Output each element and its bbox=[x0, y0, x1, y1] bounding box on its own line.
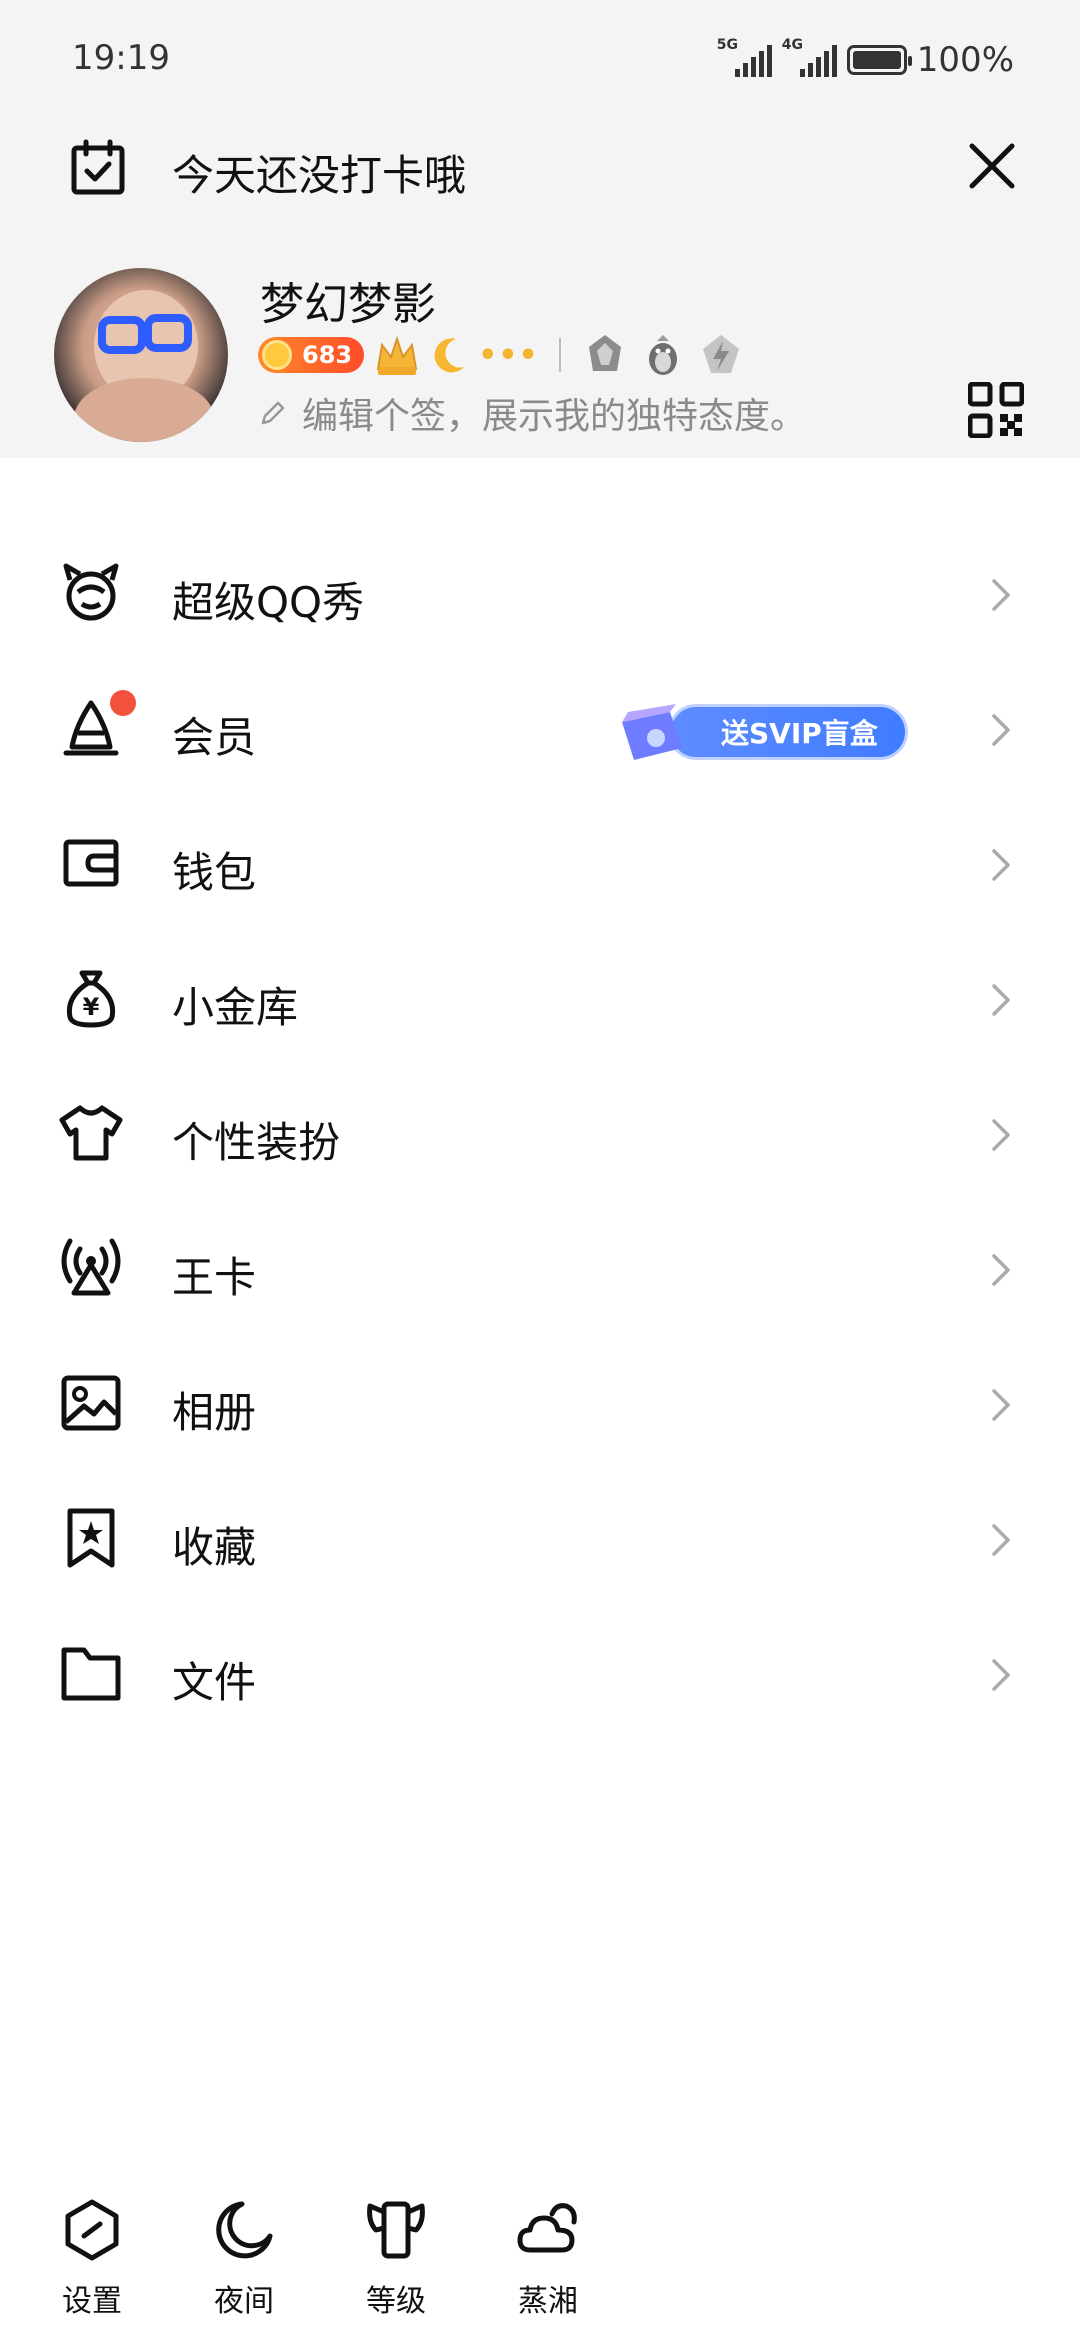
settings-icon bbox=[65, 2199, 119, 2261]
qq-show-icon bbox=[63, 563, 119, 621]
chevron-right-icon bbox=[992, 714, 1010, 746]
lightning-badge-icon bbox=[702, 335, 739, 373]
menu-label-vip: 会员 bbox=[172, 713, 257, 762]
signal-card-icon bbox=[61, 1238, 121, 1296]
folder-icon bbox=[61, 1647, 121, 1701]
crown-icon bbox=[376, 335, 418, 375]
bottom-toolbar: 设置 夜间 等级 蒸湘 bbox=[0, 2180, 1080, 2340]
more-badges-icon: ••• bbox=[478, 337, 539, 373]
battery-percent: 100% bbox=[916, 40, 1014, 80]
badge-divider bbox=[558, 338, 561, 372]
night-mode-button[interactable]: 夜间 bbox=[189, 2198, 299, 2320]
menu-label-small-vault: 小金库 bbox=[172, 983, 299, 1032]
profile-header: 19:19 5G 4G 100% 今天还没打卡哦 梦幻梦影 683 ••• 编辑… bbox=[0, 0, 1080, 458]
signature-row[interactable]: 编辑个签，展示我的独特态度。 bbox=[258, 388, 806, 438]
coin-icon bbox=[262, 340, 292, 370]
menu-item-theme[interactable]: 个性装扮 bbox=[0, 1067, 1080, 1202]
avatar[interactable] bbox=[54, 268, 228, 442]
moon-badge-icon bbox=[434, 338, 465, 373]
penguin-badge-icon bbox=[648, 335, 677, 375]
settings-label: 设置 bbox=[62, 2284, 122, 2319]
checkin-text: 今天还没打卡哦 bbox=[172, 151, 467, 200]
menu-item-king-card[interactable]: 王卡 bbox=[0, 1202, 1080, 1337]
status-time: 19:19 bbox=[72, 38, 170, 78]
username[interactable]: 梦幻梦影 bbox=[260, 268, 436, 332]
svg-text:¥: ¥ bbox=[83, 993, 100, 1021]
menu-list: 超级QQ秀 会员 送SVIP盲盒 钱包 ¥ 小金库 个性装扮 王卡 相册 收藏 … bbox=[0, 527, 1080, 1742]
chevron-right-icon bbox=[992, 849, 1010, 881]
level-icon bbox=[367, 2201, 425, 2259]
chevron-right-icon bbox=[992, 1119, 1010, 1151]
chevron-right-icon bbox=[992, 1659, 1010, 1691]
calendar-check-icon bbox=[71, 139, 125, 195]
notification-dot bbox=[110, 690, 136, 716]
menu-item-qq-show[interactable]: 超级QQ秀 bbox=[0, 527, 1080, 662]
level-button[interactable]: 等级 bbox=[341, 2198, 451, 2320]
checkin-banner[interactable]: 今天还没打卡哦 bbox=[0, 120, 1080, 216]
pencil-icon bbox=[261, 401, 285, 425]
money-bag-icon: ¥ bbox=[66, 970, 116, 1028]
menu-item-favorites[interactable]: 收藏 bbox=[0, 1472, 1080, 1607]
menu-label-wallet: 钱包 bbox=[172, 848, 257, 897]
menu-item-files[interactable]: 文件 bbox=[0, 1607, 1080, 1742]
chevron-right-icon bbox=[992, 1254, 1010, 1286]
menu-label-qq-show: 超级QQ秀 bbox=[172, 578, 365, 627]
menu-label-files: 文件 bbox=[172, 1658, 257, 1707]
album-icon bbox=[61, 1375, 121, 1431]
promo-text: 送SVIP盲盒 bbox=[721, 717, 878, 750]
tshirt-icon bbox=[59, 1105, 123, 1161]
battery-icon bbox=[846, 45, 912, 75]
close-icon[interactable] bbox=[962, 136, 1022, 196]
settings-button[interactable]: 设置 bbox=[37, 2198, 147, 2320]
moon-icon bbox=[216, 2201, 273, 2259]
weather-icon bbox=[517, 2203, 577, 2253]
menu-item-wallet[interactable]: 钱包 bbox=[0, 797, 1080, 932]
signal-4g-icon: 4G bbox=[782, 37, 837, 77]
grey-medal-icon bbox=[588, 335, 621, 371]
weather-button[interactable]: 蒸湘 bbox=[493, 2198, 603, 2320]
level-label: 等级 bbox=[366, 2284, 426, 2319]
svip-promo-button[interactable]: 送SVIP盲盒 bbox=[612, 692, 908, 772]
chevron-right-icon bbox=[992, 1524, 1010, 1556]
menu-label-theme: 个性装扮 bbox=[172, 1118, 341, 1167]
menu-item-album[interactable]: 相册 bbox=[0, 1337, 1080, 1472]
menu-item-small-vault[interactable]: ¥ 小金库 bbox=[0, 932, 1080, 1067]
menu-label-king-card: 王卡 bbox=[172, 1253, 257, 1302]
coin-count: 683 bbox=[302, 341, 353, 369]
signal-5g-icon: 5G bbox=[717, 37, 772, 77]
chevron-right-icon bbox=[992, 1389, 1010, 1421]
coin-badge[interactable]: 683 bbox=[258, 337, 365, 373]
avatar-image bbox=[74, 290, 214, 442]
status-indicators: 5G 4G 100% bbox=[717, 37, 1014, 82]
menu-label-favorites: 收藏 bbox=[172, 1523, 257, 1572]
status-bar: 19:19 5G 4G 100% bbox=[0, 0, 1080, 120]
night-mode-label: 夜间 bbox=[214, 2284, 274, 2319]
menu-label-album: 相册 bbox=[172, 1388, 257, 1437]
qr-code-icon[interactable] bbox=[968, 382, 1024, 438]
badge-row[interactable]: 683 ••• bbox=[258, 330, 745, 380]
signature-placeholder: 编辑个签，展示我的独特态度。 bbox=[302, 396, 807, 437]
bookmark-icon bbox=[67, 1508, 115, 1568]
chevron-right-icon bbox=[992, 579, 1010, 611]
chevron-right-icon bbox=[992, 984, 1010, 1016]
menu-item-vip[interactable]: 会员 送SVIP盲盒 bbox=[0, 662, 1080, 797]
wallet-icon bbox=[63, 839, 119, 887]
weather-label: 蒸湘 bbox=[518, 2284, 578, 2319]
gift-box-icon bbox=[622, 704, 682, 760]
